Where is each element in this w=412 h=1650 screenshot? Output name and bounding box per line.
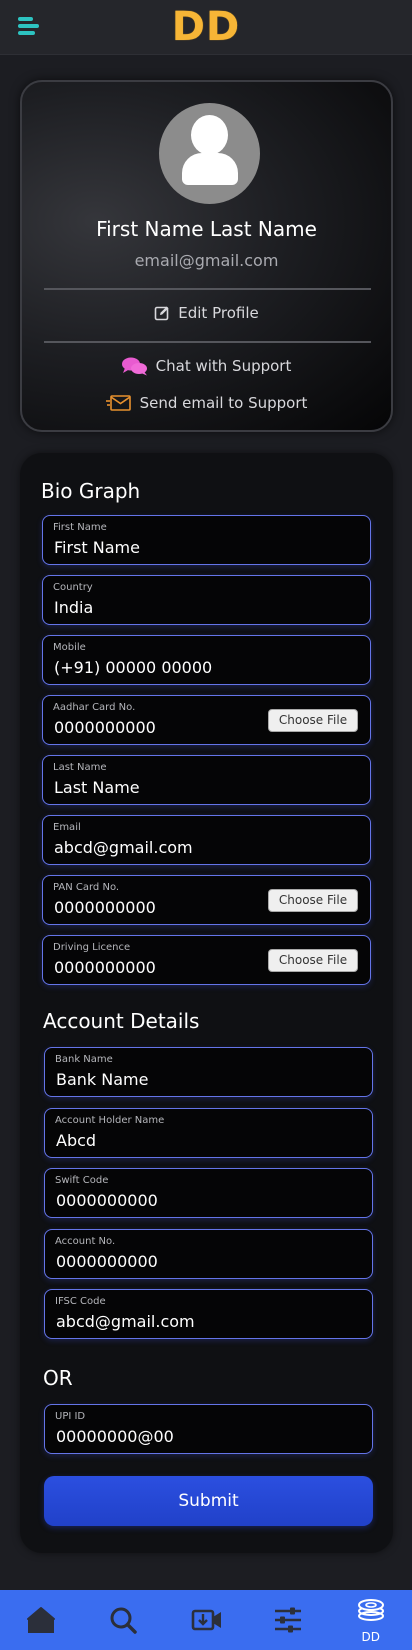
menu-icon[interactable] [18,17,42,37]
app-logo: DD [171,3,241,50]
search-icon [110,1607,138,1634]
video-download-icon [191,1609,221,1631]
mobile-field[interactable]: Mobile (+91) 00000 00000 [42,635,371,685]
email-support-label: Send email to Support [139,394,308,412]
field-value: First Name [54,538,140,557]
field-value: (+91) 00000 00000 [54,658,213,677]
nav-search[interactable] [82,1590,164,1650]
field-value: 0000000000 [56,1252,158,1271]
home-icon [27,1607,55,1633]
bank-name-field[interactable]: Bank Name Bank Name [44,1047,373,1097]
ifsc-code-field[interactable]: IFSC Code abcd@gmail.com [44,1289,373,1339]
email-support-button[interactable]: Send email to Support [22,393,391,413]
country-field[interactable]: Country India [42,575,371,625]
edit-icon [154,306,169,321]
field-value: abcd@gmail.com [56,1312,195,1331]
bio-graph-title: Bio Graph [41,479,141,503]
pan-choose-file-button[interactable]: Choose File [268,889,358,912]
chat-icon [121,357,147,376]
field-label: Account No. [55,1236,116,1247]
field-label: Mobile [53,642,86,653]
field-value: 0000000000 [54,958,156,977]
email-field[interactable]: Email abcd@gmail.com [42,815,371,865]
nav-settings[interactable] [247,1590,329,1650]
field-label: Bank Name [55,1054,113,1065]
field-value: 0000000000 [54,898,156,917]
profile-email: email@gmail.com [134,251,279,270]
last-name-field[interactable]: Last Name Last Name [42,755,371,805]
field-label: Last Name [53,762,107,773]
avatar-icon [159,103,260,204]
edit-profile-label: Edit Profile [178,304,259,322]
nav-home[interactable] [0,1590,82,1650]
field-value: India [54,598,94,617]
mail-send-icon [105,395,131,411]
field-label: First Name [53,522,107,533]
swift-code-field[interactable]: Swift Code 0000000000 [44,1168,373,1218]
nav-video[interactable] [165,1590,247,1650]
field-label: Aadhar Card No. [53,702,136,713]
bio-card: Bio Graph First Name First Name Country … [20,453,393,1553]
divider [44,341,371,343]
chat-support-label: Chat with Support [155,357,292,375]
first-name-field[interactable]: First Name First Name [42,515,371,565]
nav-dd-coins[interactable]: DD [330,1590,412,1650]
coins-icon [357,1599,384,1621]
field-value: 00000000@00 [56,1427,174,1446]
or-label: OR [43,1366,73,1390]
submit-button[interactable]: Submit [44,1476,373,1526]
pan-field[interactable]: PAN Card No. 0000000000 Choose File [42,875,371,925]
account-holder-field[interactable]: Account Holder Name Abcd [44,1108,373,1158]
account-details-title: Account Details [43,1009,200,1033]
profile-name: First Name Last Name [96,217,317,241]
field-label: Country [53,582,93,593]
aadhar-field[interactable]: Aadhar Card No. 0000000000 Choose File [42,695,371,745]
field-label: UPI ID [55,1411,86,1422]
licence-choose-file-button[interactable]: Choose File [268,949,358,972]
divider [44,288,371,290]
field-value: 0000000000 [56,1191,158,1210]
field-label: Email [53,822,81,833]
bottom-nav: DD [0,1590,412,1650]
chat-support-button[interactable]: Chat with Support [22,356,391,376]
field-value: Abcd [56,1131,97,1150]
top-bar: DD [0,0,412,55]
field-label: PAN Card No. [53,882,120,893]
nav-dd-label: DD [361,1630,380,1644]
upi-id-field[interactable]: UPI ID 00000000@00 [44,1404,373,1454]
field-value: 0000000000 [54,718,156,737]
profile-card: First Name Last Name email@gmail.com Edi… [20,80,393,432]
field-value: Last Name [54,778,140,797]
field-value: abcd@gmail.com [54,838,193,857]
account-number-field[interactable]: Account No. 0000000000 [44,1229,373,1279]
field-label: Swift Code [55,1175,109,1186]
field-value: Bank Name [56,1070,149,1089]
aadhar-choose-file-button[interactable]: Choose File [268,709,358,732]
edit-profile-button[interactable]: Edit Profile [22,304,391,322]
sliders-icon [275,1607,302,1633]
field-label: IFSC Code [55,1296,106,1307]
field-label: Driving Licence [53,942,131,953]
field-label: Account Holder Name [55,1115,165,1126]
driving-licence-field[interactable]: Driving Licence 0000000000 Choose File [42,935,371,985]
